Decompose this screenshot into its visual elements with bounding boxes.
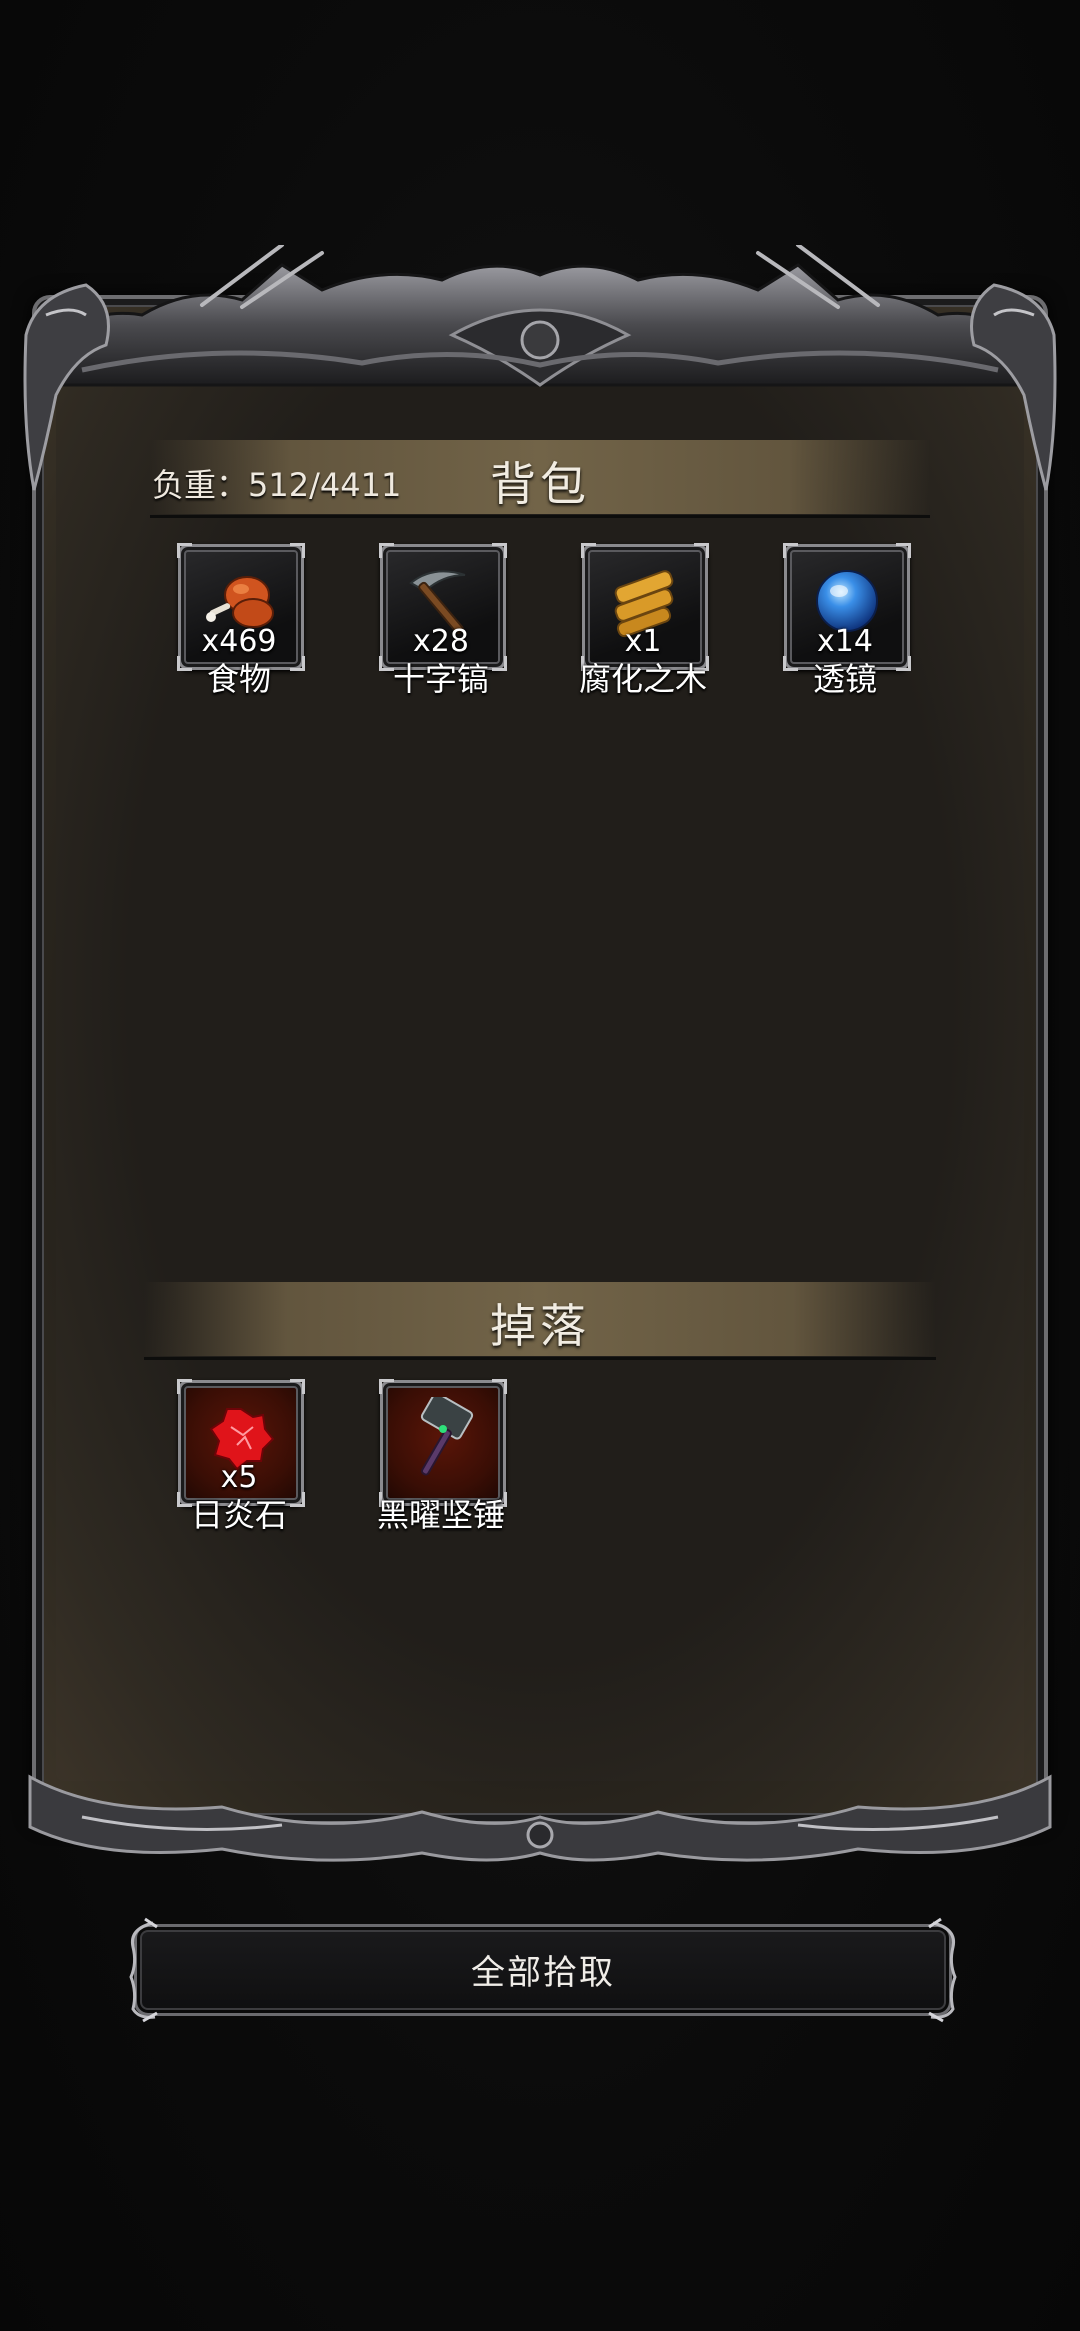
item-name: 黑曜坚锤 xyxy=(376,1496,505,1534)
collect-all-button[interactable]: 全部拾取 xyxy=(129,1917,957,2023)
ornate-crest-top xyxy=(40,245,1040,387)
obsidian-hammer-icon xyxy=(420,1397,474,1476)
ornate-crest-bottom xyxy=(28,1774,1052,1862)
weight-label: 负重：512/4411 xyxy=(152,466,402,504)
drops-header-divider xyxy=(144,1357,936,1360)
inventory-item-pickaxe[interactable]: x28 十字镐 xyxy=(376,543,507,704)
drops-title: 掉落 xyxy=(490,1299,590,1353)
inventory-item-food[interactable]: x469 食物 xyxy=(174,543,305,704)
inventory-item-lens[interactable]: x14 透镜 xyxy=(780,543,911,704)
drop-item-sunfire-stone[interactable]: x5 日炎石 xyxy=(174,1379,305,1540)
item-name: 十字镐 xyxy=(392,660,489,698)
ornate-corner-left xyxy=(23,283,110,491)
item-slot xyxy=(379,1379,507,1507)
drop-item-obsidian-hammer[interactable]: 黑曜坚锤 xyxy=(376,1379,507,1540)
item-name: 透镜 xyxy=(812,660,877,698)
item-name: 日炎石 xyxy=(190,1496,287,1534)
ornate-corner-right xyxy=(970,283,1057,491)
item-name: 腐化之木 xyxy=(578,660,707,698)
inventory-item-corrupted-wood[interactable]: x1 腐化之木 xyxy=(578,543,709,704)
drops-header: 掉落 xyxy=(144,1282,936,1360)
item-name: 食物 xyxy=(206,660,271,698)
inventory-header-divider xyxy=(150,515,930,518)
collect-all-label: 全部拾取 xyxy=(471,1953,615,1993)
